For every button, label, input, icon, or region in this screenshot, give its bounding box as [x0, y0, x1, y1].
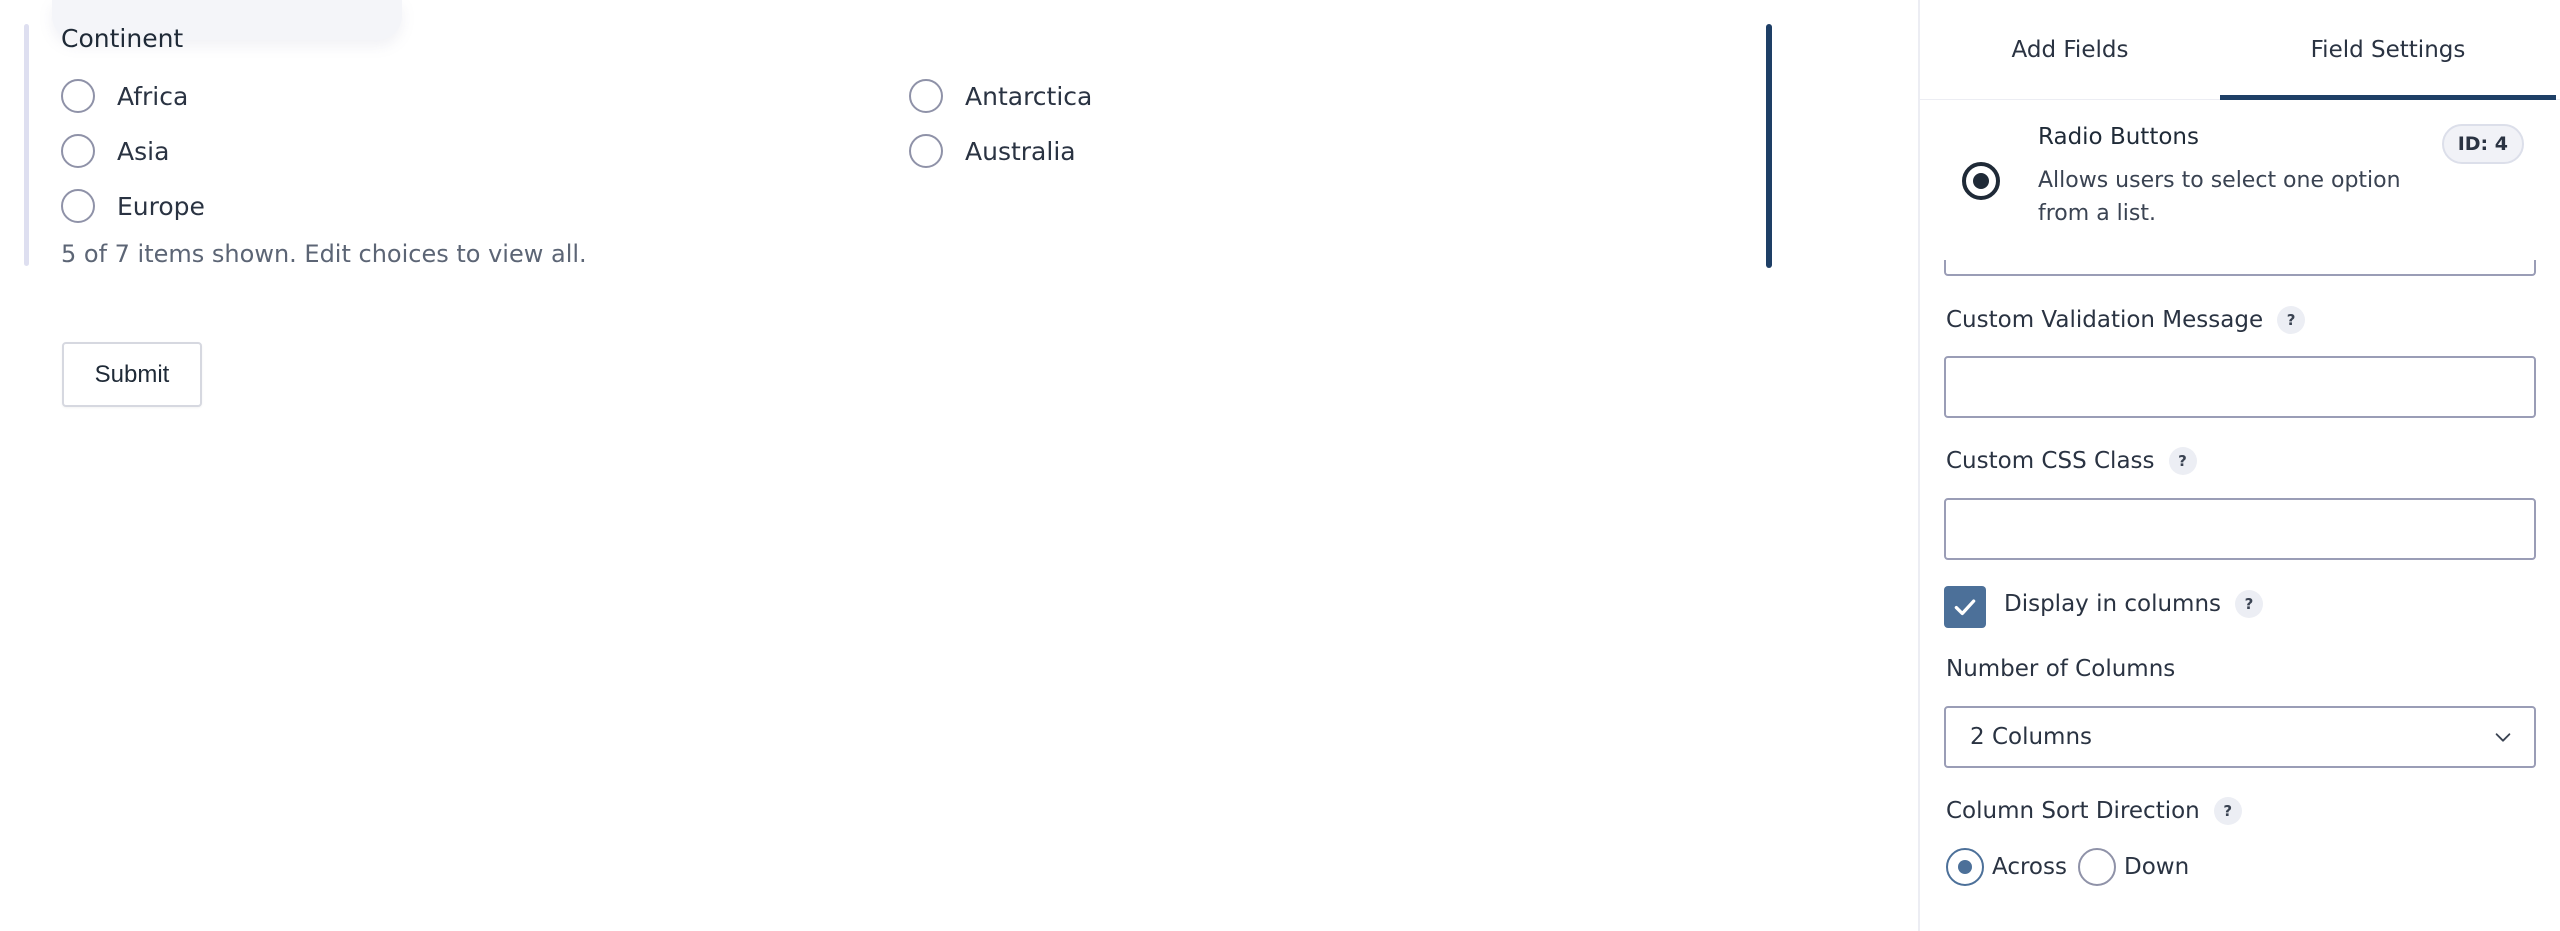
choice-label: Australia — [965, 136, 1076, 166]
sort-option-across[interactable]: Across — [1946, 848, 2067, 886]
radio-circle[interactable] — [909, 79, 943, 113]
radio-circle[interactable] — [61, 79, 95, 113]
choice-australia[interactable]: Australia — [909, 131, 1076, 171]
radio-unselected[interactable] — [2078, 848, 2116, 886]
select-value: 2 Columns — [1970, 724, 2093, 750]
css-class-input[interactable] — [1944, 498, 2536, 560]
validation-message-label-text: Custom Validation Message — [1946, 307, 2264, 333]
help-icon[interactable]: ? — [2168, 447, 2197, 475]
field-selected-indicator — [1766, 24, 1772, 268]
chevron-down-icon — [2495, 733, 2511, 742]
radio-circle[interactable] — [909, 134, 943, 168]
sort-direction-label-text: Column Sort Direction — [1946, 798, 2200, 824]
choice-africa[interactable]: Africa — [61, 76, 188, 116]
display-columns-label: Display in columns ? — [2004, 590, 2264, 618]
choice-label: Antarctica — [965, 81, 1093, 111]
number-of-columns-label-text: Number of Columns — [1946, 656, 2176, 682]
display-columns-checkbox[interactable] — [1944, 586, 1986, 628]
tab-add-fields[interactable]: Add Fields — [1920, 0, 2220, 100]
css-class-label-text: Custom CSS Class — [1946, 448, 2155, 474]
field-label: Continent — [61, 24, 184, 53]
css-class-label: Custom CSS Class ? — [1946, 447, 2197, 475]
radio-circle[interactable] — [61, 134, 95, 168]
choice-europe[interactable]: Europe — [61, 186, 205, 226]
help-icon[interactable]: ? — [2235, 590, 2264, 618]
checkmark-icon — [1954, 599, 1976, 616]
submit-button[interactable]: Submit — [62, 342, 202, 407]
field-left-indicator — [24, 24, 29, 266]
field-type-title: Radio Buttons — [2038, 124, 2199, 150]
field-type-description: Allows users to select one option from a… — [2038, 168, 2401, 226]
tab-field-settings[interactable]: Field Settings — [2220, 0, 2556, 100]
choice-asia[interactable]: Asia — [61, 131, 169, 171]
validation-message-input[interactable] — [1944, 356, 2536, 418]
choice-antarctica[interactable]: Antarctica — [909, 76, 1092, 116]
radio-selected[interactable] — [1946, 848, 1984, 886]
choice-label: Europe — [117, 191, 205, 221]
help-icon[interactable]: ? — [2277, 306, 2306, 334]
sort-direction-label: Column Sort Direction ? — [1946, 797, 2242, 825]
display-columns-label-text: Display in columns — [2004, 591, 2222, 617]
radio-button-icon — [1962, 162, 2000, 200]
radio-circle[interactable] — [61, 189, 95, 223]
choice-label: Asia — [117, 136, 170, 166]
field-type-header: Radio Buttons Allows users to select one… — [1920, 100, 2560, 260]
selected-field-card[interactable]: Continent Africa Antarctica Asia Austral… — [24, 24, 1772, 268]
number-of-columns-label: Number of Columns — [1946, 656, 2175, 682]
sort-option-label: Down — [2124, 854, 2190, 880]
items-shown-note: 5 of 7 items shown. Edit choices to view… — [61, 240, 587, 268]
number-of-columns-select[interactable]: 2 Columns — [1944, 706, 2536, 768]
field-id-badge: ID: 4 — [2441, 124, 2524, 164]
sort-option-label: Across — [1992, 854, 2067, 880]
choice-label: Africa — [117, 81, 189, 111]
sort-option-down[interactable]: Down — [2078, 848, 2189, 886]
validation-message-label: Custom Validation Message ? — [1946, 306, 2306, 334]
form-canvas: Continent Africa Antarctica Asia Austral… — [0, 0, 1918, 931]
settings-sidebar: Add Fields Field Settings Radio Buttons … — [1918, 0, 2560, 931]
sidebar-tabs: Add Fields Field Settings — [1920, 0, 2560, 100]
help-icon[interactable]: ? — [2213, 797, 2242, 825]
